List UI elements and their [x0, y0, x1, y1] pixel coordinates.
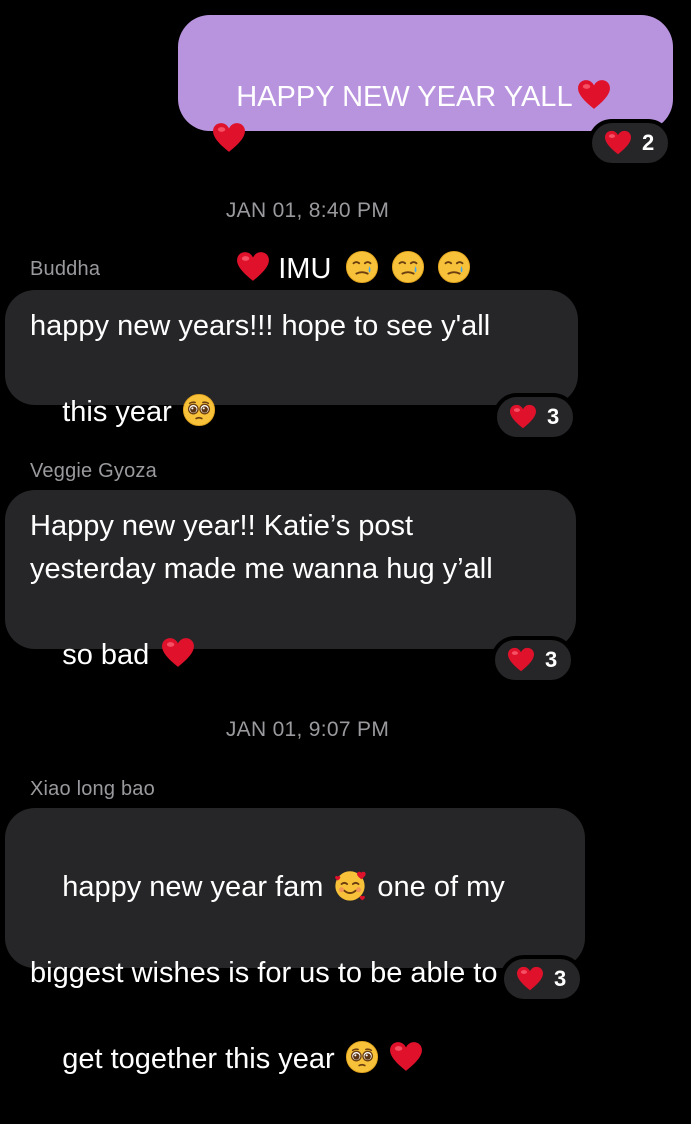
- red-heart-emoji: [236, 250, 270, 284]
- message-text: HAPPY NEW YEAR YALL: [236, 81, 573, 113]
- message-text: so bad: [62, 639, 150, 671]
- pleading-face-emoji: [182, 393, 216, 427]
- message-text: get together this year: [62, 1043, 335, 1075]
- smiling-face-with-tear-emoji: [345, 250, 379, 284]
- reaction-count: 2: [642, 130, 655, 155]
- message-text: this year: [62, 396, 172, 428]
- message-text: happy new years!!! hope to see y'all: [30, 310, 491, 342]
- message-text: yesterday made me wanna hug y’all: [30, 553, 493, 585]
- reaction-count: 3: [547, 404, 560, 429]
- heart-reaction-badge[interactable]: 2: [588, 119, 673, 167]
- sender-name: Veggie Gyoza: [30, 460, 157, 482]
- message-text: IMU: [278, 253, 332, 285]
- heart-reaction-badge[interactable]: 3: [493, 393, 578, 441]
- incoming-message-bubble[interactable]: happy new years!!! hope to see y'all thi…: [5, 290, 578, 428]
- smiling-face-with-tear-emoji: [391, 250, 425, 284]
- message-text: one of my: [377, 871, 505, 903]
- pleading-face-emoji: [345, 1040, 379, 1074]
- red-heart-emoji: [389, 1040, 423, 1074]
- heart-icon: [507, 647, 535, 673]
- heart-reaction-badge[interactable]: 3: [491, 636, 576, 684]
- sender-name: Buddha: [30, 258, 101, 280]
- heart-icon: [509, 404, 537, 430]
- incoming-message-bubble[interactable]: happy new year fam one of my biggest wish…: [5, 808, 585, 1075]
- red-heart-emoji: [577, 78, 611, 112]
- outgoing-message-bubble[interactable]: HAPPY NEW YEAR YALL IMU: [178, 15, 673, 285]
- reaction-count: 3: [545, 647, 558, 672]
- timestamp: JAN 01, 9:07 PM: [225, 718, 390, 741]
- message-text: Happy new year!! Katie’s post: [30, 510, 414, 542]
- message-text: happy new year fam: [62, 871, 324, 903]
- red-heart-emoji: [161, 636, 195, 670]
- timestamp: JAN 01, 8:40 PM: [225, 199, 390, 222]
- smiling-face-with-hearts-emoji: [333, 868, 367, 902]
- red-heart-emoji: [212, 121, 246, 155]
- smiling-face-with-tear-emoji: [437, 250, 471, 284]
- heart-icon: [604, 130, 632, 156]
- reaction-count: 3: [554, 966, 567, 991]
- heart-reaction-badge[interactable]: 3: [500, 955, 585, 1003]
- heart-icon: [516, 966, 544, 992]
- message-text: biggest wishes is for us to be able to: [30, 957, 498, 989]
- sender-name: Xiao long bao: [30, 778, 155, 800]
- incoming-message-bubble[interactable]: Happy new year!! Katie’s post yesterday …: [5, 490, 576, 671]
